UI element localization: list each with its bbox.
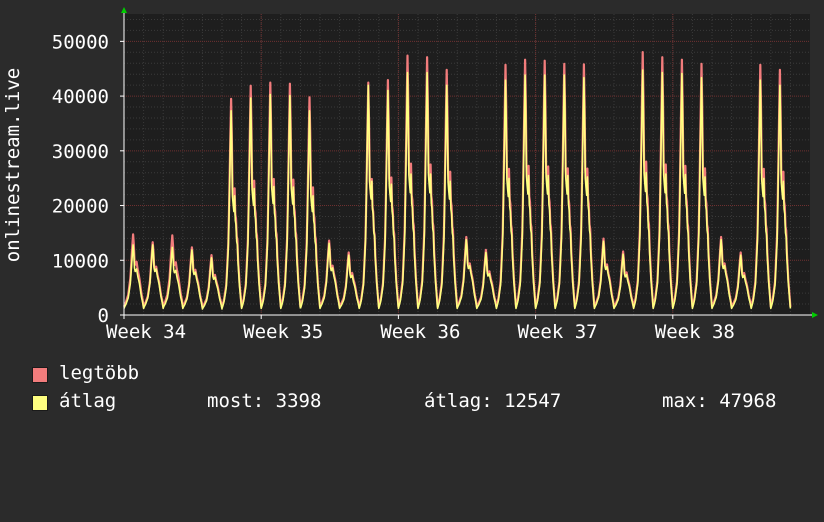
legend-label-avg: átlag xyxy=(59,390,117,412)
legend-item-avg: átlag most: 3398 átlag: 12547 max: 47968 xyxy=(32,390,812,412)
y-tick-label: 40000 xyxy=(52,86,109,108)
chart-panel: 0 10000 20000 30000 40000 50000 Week 34 Week 3… xyxy=(0,0,824,430)
y-ticks: 01000020000300004000050000 xyxy=(52,31,124,327)
x-tick-label: Week 34 xyxy=(106,321,186,343)
stat-max: max: 47968 xyxy=(662,390,777,412)
x-tick-label: Week 37 xyxy=(518,321,598,343)
y-tick-label: 10000 xyxy=(52,250,109,272)
y-tick-label: 20000 xyxy=(52,196,109,218)
x-tick-label: Week 38 xyxy=(655,321,735,343)
y-axis-arrow-icon xyxy=(121,7,127,13)
max-swatch xyxy=(32,367,48,383)
x-tick-label: Week 36 xyxy=(380,321,460,343)
x-ticks: Week 34 Week 35 Week 36 Week 37 Week 38 xyxy=(106,315,735,343)
legend-item-max: legtöbb xyxy=(32,364,139,384)
y-tick-label: 50000 xyxy=(52,31,109,53)
x-axis-arrow-icon xyxy=(812,312,818,318)
y-axis-label: onlinestream.live xyxy=(2,68,24,262)
legend-label-max: legtöbb xyxy=(59,362,140,384)
stat-most: most: 3398 xyxy=(207,390,322,412)
avg-swatch xyxy=(32,395,48,411)
y-tick-label: 30000 xyxy=(52,141,109,163)
x-tick-label: Week 35 xyxy=(243,321,323,343)
stat-atlag: átlag: 12547 xyxy=(424,390,562,412)
